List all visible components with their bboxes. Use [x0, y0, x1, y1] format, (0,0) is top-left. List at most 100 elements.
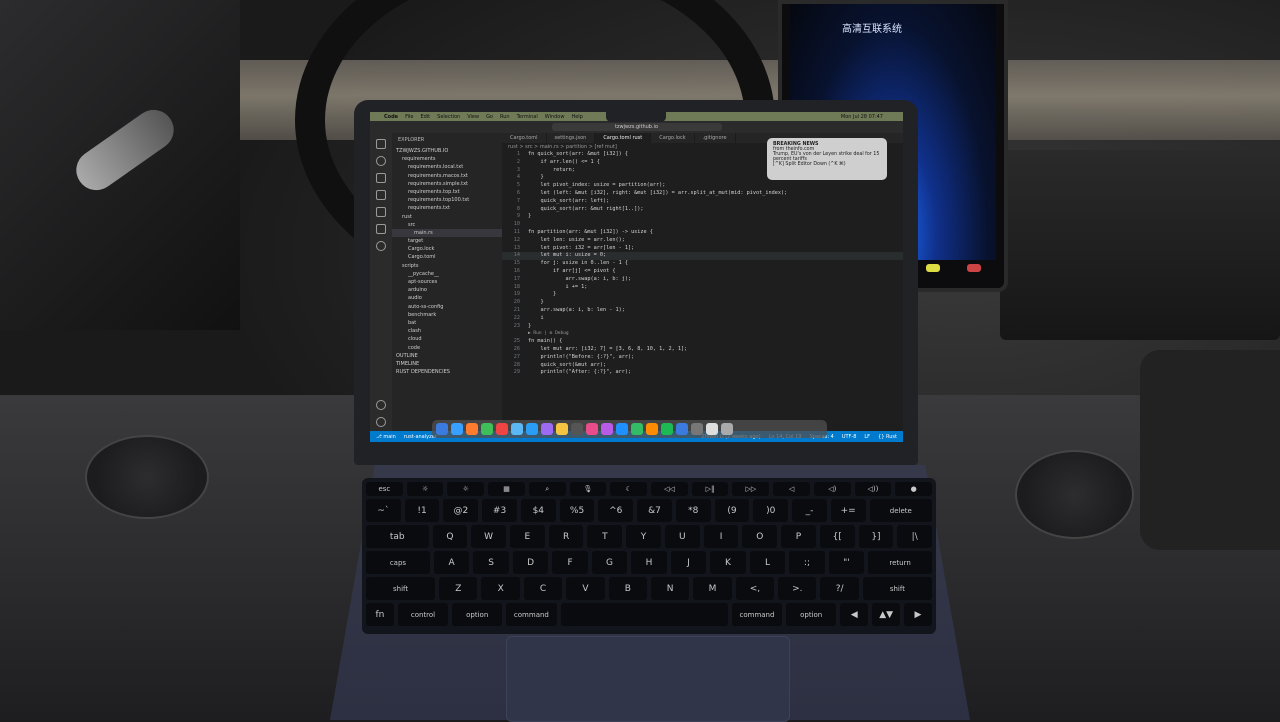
keyboard-key[interactable]: J [670, 551, 707, 574]
keyboard-key[interactable]: ⌕ [528, 482, 566, 496]
menu-item[interactable]: Go [486, 114, 493, 120]
code-editor[interactable]: 1 fn quick_sort(arr: &mut [i32]) {2 if ar… [502, 151, 903, 377]
keyboard-key[interactable]: _- [792, 499, 827, 522]
dock-app-icon[interactable] [586, 423, 598, 435]
code-line[interactable]: 25 fn main() { [502, 338, 903, 346]
status-item[interactable]: UTF-8 [842, 434, 857, 440]
keyboard-key[interactable]: {[ [819, 525, 855, 548]
source-control-icon[interactable] [376, 173, 386, 183]
editor-tab[interactable]: Cargo.lock [651, 133, 695, 143]
keyboard-key[interactable]: shift [862, 577, 932, 600]
keyboard-key[interactable]: W [471, 525, 506, 548]
tree-item[interactable]: TZWJWZS.GITHUB.IO [392, 147, 502, 155]
keyboard-key[interactable]: M [693, 577, 732, 600]
code-line[interactable]: 11 fn partition(arr: &mut [i32]) -> usize… [502, 229, 903, 237]
keyboard-key[interactable]: delete [869, 499, 933, 522]
keyboard-key[interactable]: ☾ [610, 482, 648, 496]
keyboard-key[interactable]: D [512, 551, 549, 574]
keyboard-key[interactable]: H [631, 551, 667, 574]
keyboard-key[interactable]: option [452, 603, 503, 626]
remote-explorer-icon[interactable] [376, 224, 386, 234]
keyboard-key[interactable]: U [664, 525, 700, 548]
keyboard-key[interactable]: ◁) [813, 482, 851, 496]
keyboard-key[interactable]: I [703, 525, 739, 548]
code-line[interactable]: 22 i [502, 315, 903, 323]
keyboard-key[interactable]: += [830, 499, 866, 522]
keyboard-key[interactable]: control [397, 603, 449, 626]
dock-app-icon[interactable] [616, 423, 628, 435]
menubar-clock[interactable]: Mon Jul 28 07:47 [841, 114, 903, 120]
tree-item[interactable]: TIMELINE [392, 360, 502, 368]
keyboard-key[interactable]: command [731, 603, 783, 626]
editor-tab[interactable]: .gitignore [695, 133, 736, 143]
menu-item[interactable]: Window [545, 114, 565, 120]
tree-item[interactable]: scripts [392, 262, 502, 270]
extensions-icon[interactable] [376, 207, 386, 217]
dock-app-icon[interactable] [496, 423, 508, 435]
tree-item[interactable]: Cargo.lock [392, 245, 502, 253]
dock-app-icon[interactable] [661, 423, 673, 435]
tree-item[interactable]: benchmark [392, 311, 502, 319]
menu-item[interactable]: Selection [437, 114, 460, 120]
keyboard-key[interactable]: P [781, 525, 816, 548]
keyboard-key[interactable]: |\ [897, 525, 933, 548]
dock-app-icon[interactable] [721, 423, 733, 435]
tree-item[interactable]: requirements.macos.txt [392, 172, 502, 180]
keyboard-key[interactable]: shift [366, 577, 436, 600]
keyboard-key[interactable]: 🎙 [569, 482, 607, 496]
keyboard-key[interactable]: ▦ [488, 482, 525, 496]
dock-app-icon[interactable] [511, 423, 523, 435]
keyboard-key[interactable]: return [868, 551, 933, 574]
tree-item[interactable]: main.rs [392, 228, 502, 238]
keyboard-key[interactable]: *8 [675, 499, 711, 522]
code-line[interactable]: 28 quick_sort(&mut arr); [502, 362, 903, 370]
keyboard-key[interactable]: K [710, 551, 746, 574]
tree-item[interactable]: arduino [392, 286, 502, 294]
tree-item[interactable]: bat [392, 319, 502, 327]
code-line[interactable]: 21 arr.swap(a: i, b: len - 1); [502, 307, 903, 315]
keyboard-key[interactable]: option [786, 603, 837, 626]
keyboard-key[interactable]: ● [895, 482, 933, 496]
keyboard-key[interactable]: ◁◁ [651, 482, 688, 496]
code-line[interactable]: 5 let pivot_index: usize = partition(arr… [502, 182, 903, 190]
keyboard-key[interactable]: caps [366, 551, 430, 574]
keyboard-key[interactable]: ~` [366, 499, 401, 522]
keyboard-key[interactable]: command [506, 603, 557, 626]
keyboard-key[interactable]: esc [366, 482, 403, 496]
code-line[interactable]: 12 let len: usize = arr.len(); [502, 237, 903, 245]
code-line[interactable]: 15 for j: usize in 0..len - 1 { [502, 260, 903, 268]
tree-item[interactable]: cloud [392, 335, 502, 343]
tree-item[interactable]: OUTLINE [392, 352, 502, 360]
tree-item[interactable]: Cargo.toml [392, 253, 502, 261]
command-center-search[interactable]: tzwjwzs.github.io [551, 123, 722, 131]
tree-item[interactable]: src [392, 221, 502, 229]
tree-item[interactable]: requirements.top100.txt [392, 196, 502, 204]
dock-app-icon[interactable] [646, 423, 658, 435]
tree-item[interactable]: audio [392, 294, 502, 302]
keyboard-key[interactable]: >. [778, 577, 817, 600]
code-line[interactable]: 7 quick_sort(arr: left); [502, 198, 903, 206]
gear-icon[interactable] [376, 417, 386, 427]
keyboard-key[interactable]: X [481, 577, 520, 600]
code-line[interactable]: 26 let mut arr: [i32; 7] = [3, 6, 8, 10,… [502, 346, 903, 354]
keyboard-key[interactable]: ▷‖ [691, 482, 729, 496]
tree-item[interactable]: clash [392, 327, 502, 335]
keyboard-key[interactable]: ^6 [598, 499, 634, 522]
tree-item[interactable]: code [392, 344, 502, 352]
keyboard-key[interactable]: ▲▼ [872, 603, 901, 626]
tree-item[interactable]: requirements.txt [392, 204, 502, 212]
code-line[interactable]: 19 } [502, 291, 903, 299]
tree-item[interactable]: requirements.local.txt [392, 163, 502, 171]
menu-item[interactable]: File [405, 114, 413, 120]
keyboard-key[interactable]: fn [366, 603, 394, 626]
menu-item[interactable]: Code [384, 114, 398, 120]
tree-item[interactable]: RUST DEPENDENCIES [392, 368, 502, 376]
testing-icon[interactable] [376, 241, 386, 251]
dock-app-icon[interactable] [571, 423, 583, 435]
status-item[interactable]: {} Rust [878, 434, 897, 440]
code-line[interactable]: 6 let (left: &mut [i32], right: &mut [i3… [502, 190, 903, 198]
keyboard-key[interactable]: tab [366, 525, 429, 548]
code-line[interactable]: 20 } [502, 299, 903, 307]
menu-item[interactable]: View [467, 114, 479, 120]
tree-item[interactable]: auto-ss-config [392, 303, 502, 311]
